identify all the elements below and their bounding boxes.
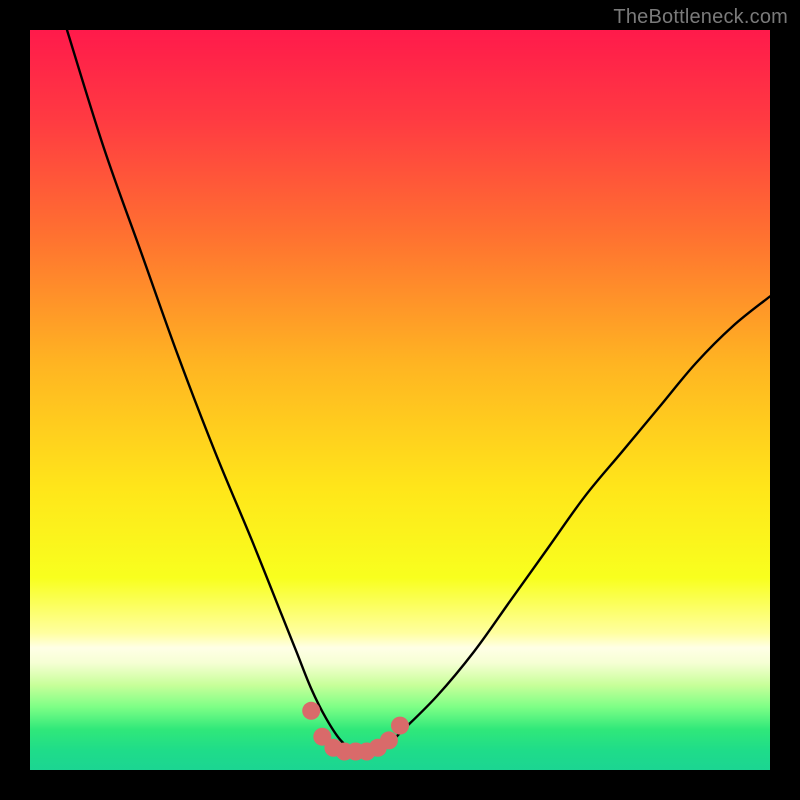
gradient-background <box>30 30 770 770</box>
marker-dot <box>391 717 409 735</box>
chart-svg <box>30 30 770 770</box>
watermark-text: TheBottleneck.com <box>613 6 788 29</box>
marker-dot <box>302 702 320 720</box>
marker-dot <box>380 731 398 749</box>
chart-frame: TheBottleneck.com <box>0 0 800 800</box>
plot-area <box>30 30 770 770</box>
